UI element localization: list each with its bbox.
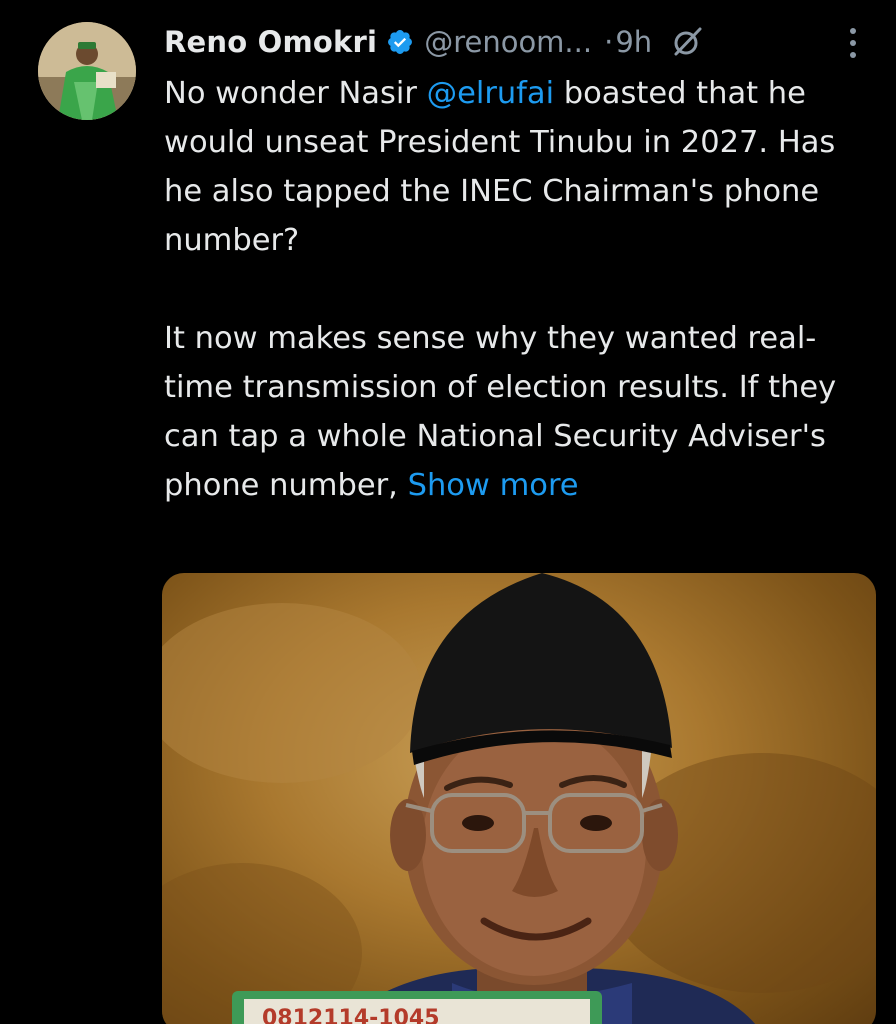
tweet-media-image[interactable]: 0812114-1045	[162, 573, 876, 1024]
author-name[interactable]: Reno Omokri	[164, 25, 377, 59]
paragraph-1-start: No wonder Nasir	[164, 76, 427, 111]
more-vertical-icon[interactable]	[846, 26, 860, 60]
tweet-timestamp[interactable]: 9h	[615, 25, 652, 59]
verified-badge-icon	[386, 28, 414, 56]
author-avatar[interactable]	[38, 22, 136, 120]
tweet[interactable]: Reno Omokri @renoom... · 9h No wonder Na…	[0, 0, 896, 1024]
show-more-link[interactable]: Show more	[408, 468, 579, 503]
media-card-text: 0812114-1045	[262, 1006, 440, 1024]
tweet-paragraph-2: It now makes sense why they wanted real-…	[164, 314, 864, 510]
mention-link[interactable]: @elrufai	[427, 76, 555, 111]
separator-dot: ·	[604, 25, 614, 59]
tweet-text: No wonder Nasir @elrufai boasted that he…	[164, 69, 864, 510]
author-handle[interactable]: @renoom...	[424, 25, 592, 59]
tweet-header: Reno Omokri @renoom... · 9h	[164, 20, 864, 64]
grok-icon[interactable]	[670, 25, 704, 59]
tweet-paragraph-1: No wonder Nasir @elrufai boasted that he…	[164, 69, 864, 265]
